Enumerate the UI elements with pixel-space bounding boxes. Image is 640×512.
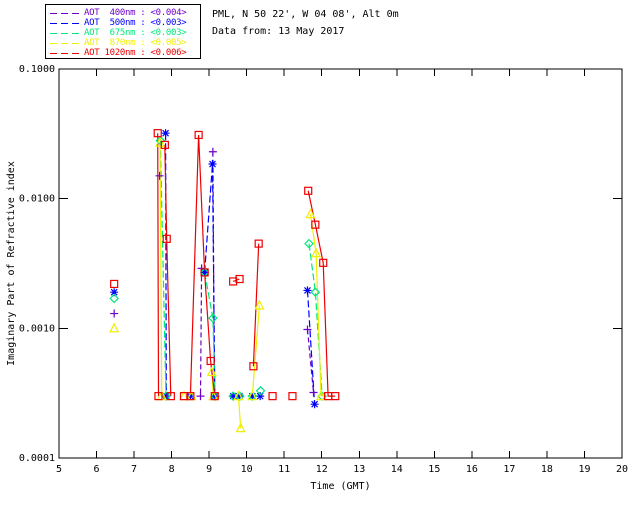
legend-item: AOT 1020nm : <0.006> [46,48,200,58]
legend-item-label: AOT 675nm : <0.003> [84,28,187,38]
x-tick-label: 18 [541,464,553,475]
x-tick-label: 12 [316,464,328,475]
series-line-aot-500nm [204,163,216,397]
plot-frame [58,68,623,459]
x-tick-label: 9 [206,464,212,475]
series-line-aot-400nm [199,268,203,397]
legend-item: AOT 500nm : <0.003> [46,18,200,28]
marker-plus [208,147,217,156]
x-tick-label: 7 [131,464,137,475]
data-date: Data from: 13 May 2017 [212,26,345,37]
y-tick-label: 0.0010 [19,323,55,334]
legend-item: AOT 400nm : <0.004> [46,8,200,18]
station-info: PML, N 50 22', W 04 08', Alt 0m [212,9,399,20]
marker-asterisk [303,286,312,295]
marker-square [268,392,277,401]
legend-item-label: AOT 1020nm : <0.006> [84,48,187,58]
marker-square [110,279,119,289]
marker-asterisk [200,268,209,277]
marker-asterisk [310,400,319,409]
chart-canvas: 5 6 7 8 9 10 11 12 13 14 15 16 17 18 19 20 0.1000 0.0100 0… [6,64,628,492]
plot-header: PML, N 50 22', W 04 08', Alt 0m Data fro… [212,6,399,40]
marker-plus [309,388,318,397]
x-tick-label: 6 [94,464,100,475]
y-tick-label: 0.1000 [19,64,55,75]
legend-line-swatch [50,42,80,44]
x-tick-label: 17 [503,464,515,475]
legend-item: AOT 870nm : <0.005> [46,38,200,48]
marker-plus [110,309,119,318]
x-tick-label: 11 [278,464,290,475]
legend-line-swatch [50,32,80,34]
marker-asterisk [161,129,170,138]
series-line-aot-1020nm [157,133,160,397]
marker-plus [196,392,205,401]
marker-plus [155,171,164,180]
x-tick-label: 20 [616,464,628,475]
legend-line-swatch [50,22,80,24]
marker-triangle [109,322,120,333]
series-line-aot-400nm [306,329,315,393]
x-tick-label: 14 [391,464,403,475]
plot-window: 5 6 7 8 9 10 11 12 13 14 15 16 17 18 19 20 0.1000 0.0100 0… [0,0,640,512]
x-tick-label: 19 [578,464,590,475]
y-axis-title: Imaginary Part of Refractive index [6,161,17,366]
legend-item: AOT 675nm : <0.003> [46,28,200,38]
legend-item-label: AOT 400nm : <0.004> [84,8,187,18]
y-tick-label: 0.0001 [19,453,55,464]
marker-asterisk [208,160,217,169]
legend: AOT 400nm : <0.004> AOT 500nm : <0.003> AO… [45,4,201,59]
series-line-aot-500nm [306,290,316,405]
x-tick-label: 15 [428,464,440,475]
x-tick-label: 16 [466,464,478,475]
x-tick-label: 10 [241,464,253,475]
legend-line-swatch [50,52,80,54]
y-tick-label: 0.0100 [19,194,55,205]
legend-line-swatch [50,12,80,14]
legend-item-label: AOT 870nm : <0.005> [84,38,187,48]
marker-square [288,392,297,401]
marker-asterisk [256,392,265,401]
x-tick-label: 5 [56,464,62,475]
legend-item-label: AOT 500nm : <0.003> [84,18,187,28]
x-axis-title: Time (GMT) [310,481,370,492]
x-tick-label: 13 [353,464,365,475]
x-tick-label: 8 [169,464,175,475]
